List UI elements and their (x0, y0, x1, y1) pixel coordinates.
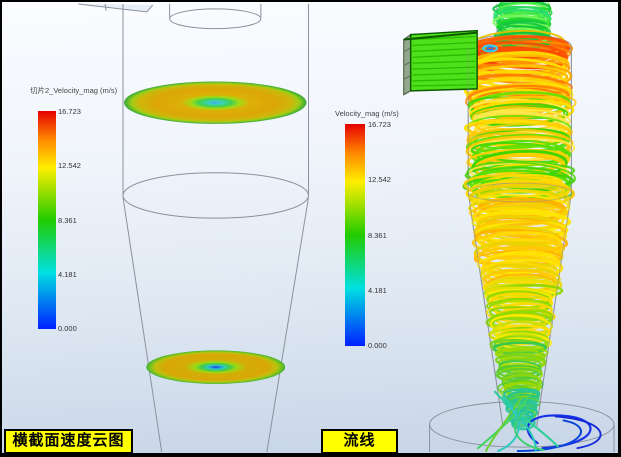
scene-svg (2, 2, 618, 453)
caption-right: 流线 (321, 429, 398, 454)
lower-velocity-slice (146, 350, 285, 384)
legend-tick: 8.361 (58, 216, 77, 225)
inlet-duct (404, 31, 477, 95)
legend-tick: 12.542 (368, 175, 391, 184)
upper-velocity-slice (124, 81, 307, 123)
legend-right-colorbar (345, 124, 365, 346)
legend-tick: 8.361 (368, 231, 387, 240)
bin-streamlines (478, 392, 600, 451)
legend-left-title: 切片2_Velocity_mag (m/s) (30, 85, 117, 96)
legend-tick: 4.181 (368, 286, 387, 295)
left-cyclone-outline (78, 4, 308, 452)
cfd-figure: 切片2_Velocity_mag (m/s) 16.723 12.542 8.3… (0, 0, 621, 457)
legend-tick: 0.000 (368, 341, 387, 350)
legend-right-title: Velocity_mag (m/s) (335, 109, 399, 118)
legend-tick: 16.723 (368, 120, 391, 129)
legend-left-colorbar (38, 111, 56, 329)
cylinder-cone-junction-ellipse (123, 173, 308, 218)
legend-tick: 16.723 (58, 107, 81, 116)
legend-tick: 4.181 (58, 270, 77, 279)
vortex-finder-ellipse (170, 9, 261, 29)
inlet-stub-outline (78, 4, 152, 12)
legend-tick: 0.000 (58, 324, 77, 333)
caption-left: 横截面速度云图 (4, 429, 133, 454)
legend-tick: 12.542 (58, 161, 81, 170)
streamline-coils (463, 2, 576, 430)
